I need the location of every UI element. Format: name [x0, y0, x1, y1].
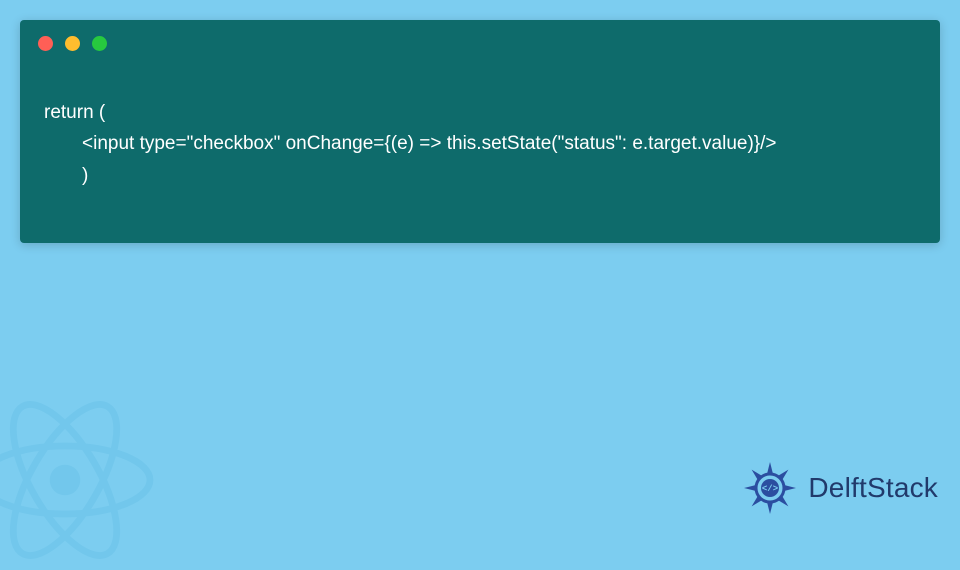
- minimize-icon[interactable]: [65, 36, 80, 51]
- brand-logo-icon: </>: [740, 458, 800, 518]
- brand-name: DelftStack: [808, 472, 938, 504]
- code-line-1: return (: [44, 102, 105, 123]
- code-body: return ( <input type="checkbox" onChange…: [20, 61, 940, 195]
- maximize-icon[interactable]: [92, 36, 107, 51]
- brand: </> DelftStack: [740, 458, 938, 518]
- window-titlebar: [20, 20, 940, 61]
- svg-text:</>: </>: [762, 484, 778, 494]
- code-line-2: <input type="checkbox" onChange={(e) => …: [44, 133, 777, 154]
- close-icon[interactable]: [38, 36, 53, 51]
- code-window: return ( <input type="checkbox" onChange…: [20, 20, 940, 243]
- code-line-3: ): [44, 165, 88, 186]
- react-logo-watermark-icon: [0, 395, 160, 570]
